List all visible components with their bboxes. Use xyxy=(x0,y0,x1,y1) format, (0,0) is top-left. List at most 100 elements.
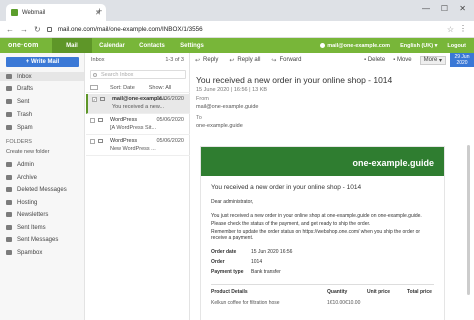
sidebar-item-spambox[interactable]: Spambox xyxy=(6,248,82,257)
sidebar-item-drafts[interactable]: Drafts xyxy=(6,84,82,93)
sidebar-item-label: Trash xyxy=(17,111,33,118)
lock-icon xyxy=(46,26,52,32)
order-value: 15 Jun 2020 16:56 xyxy=(251,249,293,255)
delete-button[interactable]: ▪ Delete xyxy=(364,57,385,63)
sidebar-item-inbox[interactable]: Inbox xyxy=(0,72,84,81)
logout-link[interactable]: Logout xyxy=(447,43,466,49)
to-value[interactable]: one-example.guide xyxy=(196,123,243,129)
sidebar-item-trash[interactable]: Trash xyxy=(6,110,82,119)
calendar-badge[interactable]: 29 Jun 2020 xyxy=(450,53,474,67)
envelope-icon xyxy=(100,97,105,101)
reply-button[interactable]: ↩ Reply xyxy=(195,57,218,64)
browser-menu-icon[interactable]: ⋮ xyxy=(459,24,467,33)
product-col-header: Total price xyxy=(407,289,432,295)
sidebar-item-sent[interactable]: Sent xyxy=(6,97,82,106)
email-content: one-example.guide You received a new ord… xyxy=(200,146,445,320)
email-line: Remember to update the order status on h… xyxy=(211,229,421,241)
product-name: Kelkun coffee for filtration hose xyxy=(211,300,280,306)
address-bar: ← → ↻ mail.one.com/mail/one-example.com/… xyxy=(0,21,474,38)
trash-icon: ▪ xyxy=(364,57,367,63)
message-checkbox[interactable] xyxy=(90,118,95,123)
email-greeting: Dear administrator, xyxy=(211,199,254,205)
sidebar-item-deleted-messages[interactable]: Deleted Messages xyxy=(6,185,82,194)
back-icon[interactable]: ← xyxy=(6,25,14,34)
search-input[interactable]: Search Inbox xyxy=(90,70,186,79)
write-mail-button[interactable]: + Write Mail xyxy=(6,57,79,67)
sidebar-item-label: Deleted Messages xyxy=(17,186,67,193)
more-button[interactable]: More ▾ xyxy=(419,55,446,65)
sort-select[interactable]: Sort: Date xyxy=(110,85,135,91)
maximize-icon[interactable]: ☐ xyxy=(441,4,448,13)
user-menu[interactable]: mail@one-example.com xyxy=(320,43,390,49)
reload-icon[interactable]: ↻ xyxy=(34,25,41,34)
message-subject-heading: You received a new order in your online … xyxy=(196,75,393,85)
envelope-icon xyxy=(98,139,103,143)
sidebar-item-label: Spam xyxy=(17,124,33,131)
browser-tab[interactable]: Webmail ✕ xyxy=(6,4,106,21)
reply-all-button[interactable]: ↩ Reply all xyxy=(229,57,260,64)
message-date-line: 15 June 2020 | 16:56 | 13 KB xyxy=(196,87,268,93)
sent-icon xyxy=(6,99,12,104)
list-item[interactable]: ✓ mail@one-example... 15/06/2020 You rec… xyxy=(86,94,190,114)
order-row: Order 1014 xyxy=(211,259,434,265)
nav-contacts[interactable]: Contacts xyxy=(132,38,172,53)
product-row: Kelkun coffee for filtration hose 1 €10.… xyxy=(211,300,434,306)
user-email: mail@one-example.com xyxy=(327,42,391,49)
sidebar-item-newsletters[interactable]: Newsletters xyxy=(6,210,82,219)
toolbar-right: ▪ Delete ▪ Move More ▾ xyxy=(364,53,446,67)
message-checkbox[interactable] xyxy=(90,139,95,144)
close-window-icon[interactable]: ✕ xyxy=(459,4,466,13)
order-value: 1014 xyxy=(251,259,263,265)
message-date: 05/06/2020 xyxy=(156,117,184,123)
nav-mail[interactable]: Mail xyxy=(52,38,92,53)
order-row: Order date 15 Jun 2020 16:56 xyxy=(211,249,434,255)
from-value[interactable]: mail@one-example.guide xyxy=(196,104,258,110)
list-item[interactable]: WordPress 05/06/2020 [A WordPress Sit... xyxy=(86,115,190,135)
app-header: one·com Mail Calendar Contacts Settings … xyxy=(0,38,474,53)
sidebar-item-archive[interactable]: Archive xyxy=(6,173,82,182)
folders-heading: FOLDERS xyxy=(6,139,32,145)
reply-all-label: Reply all xyxy=(237,57,261,63)
product-col-header: Quantity xyxy=(327,289,348,295)
filter-select[interactable]: Show: All xyxy=(149,85,172,91)
user-icon xyxy=(320,42,326,48)
trash-icon xyxy=(6,112,12,117)
folder-icon xyxy=(6,187,12,192)
sidebar-item-spam[interactable]: Spam xyxy=(6,123,82,132)
message-list: Inbox 1-3 of 3 Search Inbox Sort: Date S… xyxy=(86,53,190,320)
move-button[interactable]: ▪ Move xyxy=(393,57,411,63)
nav-settings[interactable]: Settings xyxy=(172,38,212,53)
logo[interactable]: one·com xyxy=(0,38,52,53)
create-folder-link[interactable]: Create new folder xyxy=(6,149,49,155)
bookmark-star-icon[interactable]: ☆ xyxy=(447,25,454,34)
envelope-icon xyxy=(98,118,103,122)
sidebar-item-label: Hosting xyxy=(17,199,38,206)
nav-calendar[interactable]: Calendar xyxy=(92,38,132,53)
folder-icon xyxy=(6,200,12,205)
list-item[interactable]: WordPress 05/06/2020 New WordPress ... xyxy=(86,136,190,156)
calendar-year: 2020 xyxy=(456,60,468,66)
url-field[interactable]: mail.one.com/mail/one-example.com/INBOX/… xyxy=(58,26,203,33)
sidebar-item-label: Drafts xyxy=(17,85,34,92)
order-key: Payment type xyxy=(211,269,244,275)
message-date: 15/06/2020 xyxy=(156,96,184,102)
reply-icon: ↩ xyxy=(195,57,201,64)
language-select[interactable]: English (UK) ▾ xyxy=(400,43,437,49)
sidebar-item-sent-messages[interactable]: Sent Messages xyxy=(6,235,82,244)
scrollbar[interactable] xyxy=(467,145,470,295)
order-row: Payment type Bank transfer xyxy=(211,269,434,275)
forward-button[interactable]: ↪ Forward xyxy=(271,57,301,64)
delete-label: Delete xyxy=(367,57,386,63)
message-from: WordPress xyxy=(110,138,138,144)
folder-icon xyxy=(6,212,12,217)
message-subject: New WordPress ... xyxy=(110,146,156,152)
sidebar-item-sent-items[interactable]: Sent Items xyxy=(6,223,82,232)
product-col-header: Unit price xyxy=(367,289,391,295)
sidebar-item-hosting[interactable]: Hosting xyxy=(6,198,82,207)
minimize-icon[interactable]: — xyxy=(422,4,430,13)
new-tab-icon[interactable]: + xyxy=(97,6,102,16)
forward-icon[interactable]: → xyxy=(20,25,28,34)
message-checkbox[interactable]: ✓ xyxy=(92,97,97,102)
sidebar-item-admin[interactable]: Admin xyxy=(6,160,82,169)
select-all-checkbox[interactable] xyxy=(90,85,98,90)
